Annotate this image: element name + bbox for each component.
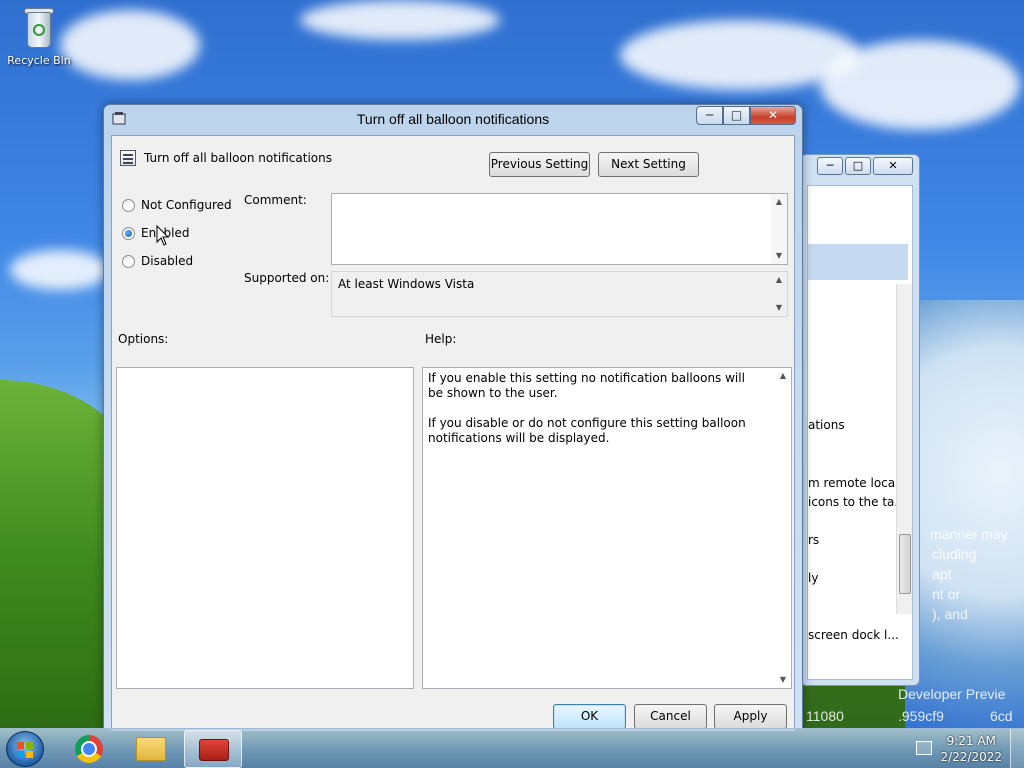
policy-setting-icon <box>120 150 136 166</box>
next-setting-button[interactable]: Next Setting <box>598 152 699 177</box>
previous-setting-button[interactable]: Previous Setting <box>489 152 590 177</box>
taskbar-file-explorer[interactable] <box>122 730 180 768</box>
list-item[interactable]: ly <box>808 571 898 585</box>
wallpaper-text: 11080 <box>806 708 844 724</box>
background-window-list[interactable]: ations m remote loca... icons to the ta.… <box>807 185 913 680</box>
dialog-client-area: Turn off all balloon notifications Previ… <box>111 135 795 731</box>
list-item[interactable]: ations <box>808 418 898 432</box>
help-scrollbar[interactable]: ▲ ▼ <box>775 368 791 688</box>
scroll-down-arrow-icon[interactable]: ▼ <box>771 300 787 316</box>
scroll-down-arrow-icon[interactable]: ▼ <box>775 672 791 688</box>
supported-on-scrollbar[interactable]: ▲ ▼ <box>771 272 787 316</box>
setting-name: Turn off all balloon notifications <box>144 151 332 165</box>
setting-header: Turn off all balloon notifications <box>120 150 332 166</box>
taskbar-group-policy-editor[interactable] <box>184 730 242 768</box>
scroll-up-arrow-icon[interactable]: ▲ <box>771 272 787 288</box>
cloud <box>820 40 1020 130</box>
mouse-cursor-icon <box>156 225 170 246</box>
recycle-bin-icon <box>22 6 56 50</box>
comment-label: Comment: <box>244 193 307 207</box>
scrollbar-thumb[interactable] <box>899 534 911 594</box>
recycle-bin-label: Recycle Bin <box>7 54 71 67</box>
list-item[interactable]: rs <box>808 533 898 547</box>
help-text: If you enable this setting no notificati… <box>428 371 763 446</box>
wallpaper-text: 6cd <box>990 708 1013 724</box>
group-policy-editor-icon <box>199 739 229 761</box>
supported-on-value: At least Windows Vista <box>338 277 475 291</box>
file-explorer-icon <box>136 737 166 761</box>
clock[interactable]: 9:21 AM 2/22/2022 <box>940 733 1002 765</box>
cancel-button[interactable]: Cancel <box>634 704 707 729</box>
radio-button[interactable] <box>122 254 135 268</box>
wallpaper-text: apt <box>932 566 952 582</box>
maximize-button[interactable]: □ <box>723 106 750 125</box>
list-item[interactable]: m remote loca... <box>808 476 898 490</box>
wallpaper-text: cluding <box>932 546 977 562</box>
help-paragraph: If you enable this setting no notificati… <box>428 371 745 400</box>
cloud <box>10 250 110 290</box>
cloud <box>60 10 200 80</box>
vertical-scrollbar[interactable] <box>896 284 912 614</box>
recycle-bin-shortcut[interactable]: Recycle Bin <box>6 6 72 67</box>
minimize-button[interactable]: ─ <box>817 157 843 175</box>
show-desktop-button[interactable] <box>1010 729 1024 768</box>
chrome-icon <box>75 735 103 763</box>
clock-time: 9:21 AM <box>946 734 996 748</box>
list-item[interactable]: icons to the ta... <box>808 495 898 509</box>
wallpaper-art <box>905 300 1024 730</box>
radio-label: Disabled <box>141 254 194 268</box>
radio-button[interactable] <box>122 198 135 212</box>
help-paragraph: If you disable or do not configure this … <box>428 416 746 445</box>
options-panel[interactable] <box>116 367 414 689</box>
wallpaper-text: .959cf9 <box>898 708 944 724</box>
comment-field[interactable]: ▲ ▼ <box>331 193 788 265</box>
taskbar: 9:21 AM 2/22/2022 <box>0 728 1024 768</box>
supported-on-label: Supported on: <box>244 271 330 285</box>
windows-logo-icon <box>17 742 33 758</box>
minimize-button[interactable]: ─ <box>696 106 723 125</box>
comment-scrollbar[interactable]: ▲ ▼ <box>771 194 787 264</box>
help-panel[interactable]: If you enable this setting no notificati… <box>422 367 792 689</box>
maximize-button[interactable]: □ <box>845 157 871 175</box>
background-window[interactable]: ─ □ ✕ ations m remote loca... icons to t… <box>800 154 920 686</box>
clock-date: 2/22/2022 <box>940 750 1002 764</box>
wallpaper-text: manner may <box>930 526 1008 542</box>
wallpaper-text: ), and <box>932 606 968 622</box>
wallpaper-text: Developer Previe <box>898 686 1006 702</box>
policy-setting-dialog[interactable]: Turn off all balloon notifications ─ □ ✕… <box>103 104 803 731</box>
radio-button[interactable] <box>122 226 135 240</box>
selected-row <box>808 244 908 280</box>
taskbar-chrome[interactable] <box>60 730 118 768</box>
close-button[interactable]: ✕ <box>873 157 913 175</box>
scroll-down-arrow-icon[interactable]: ▼ <box>771 248 787 264</box>
network-icon[interactable] <box>916 741 932 755</box>
help-label: Help: <box>425 332 457 346</box>
options-label: Options: <box>118 332 169 346</box>
supported-on-field: At least Windows Vista ▲ ▼ <box>331 271 788 317</box>
wallpaper-text: nt or <box>932 586 961 602</box>
title-bar[interactable]: Turn off all balloon notifications ─ □ ✕ <box>104 105 802 133</box>
ok-button[interactable]: OK <box>553 704 626 729</box>
close-button[interactable]: ✕ <box>750 106 796 125</box>
radio-label: Not Configured <box>141 198 232 212</box>
list-item[interactable]: screen dock l... <box>808 628 898 642</box>
radio-disabled[interactable]: Disabled <box>122 254 193 268</box>
start-button[interactable] <box>6 731 44 767</box>
scroll-up-arrow-icon[interactable]: ▲ <box>775 368 791 384</box>
radio-not-configured[interactable]: Not Configured <box>122 198 232 212</box>
cloud <box>300 0 500 40</box>
scroll-up-arrow-icon[interactable]: ▲ <box>771 194 787 210</box>
apply-button[interactable]: Apply <box>714 704 787 729</box>
